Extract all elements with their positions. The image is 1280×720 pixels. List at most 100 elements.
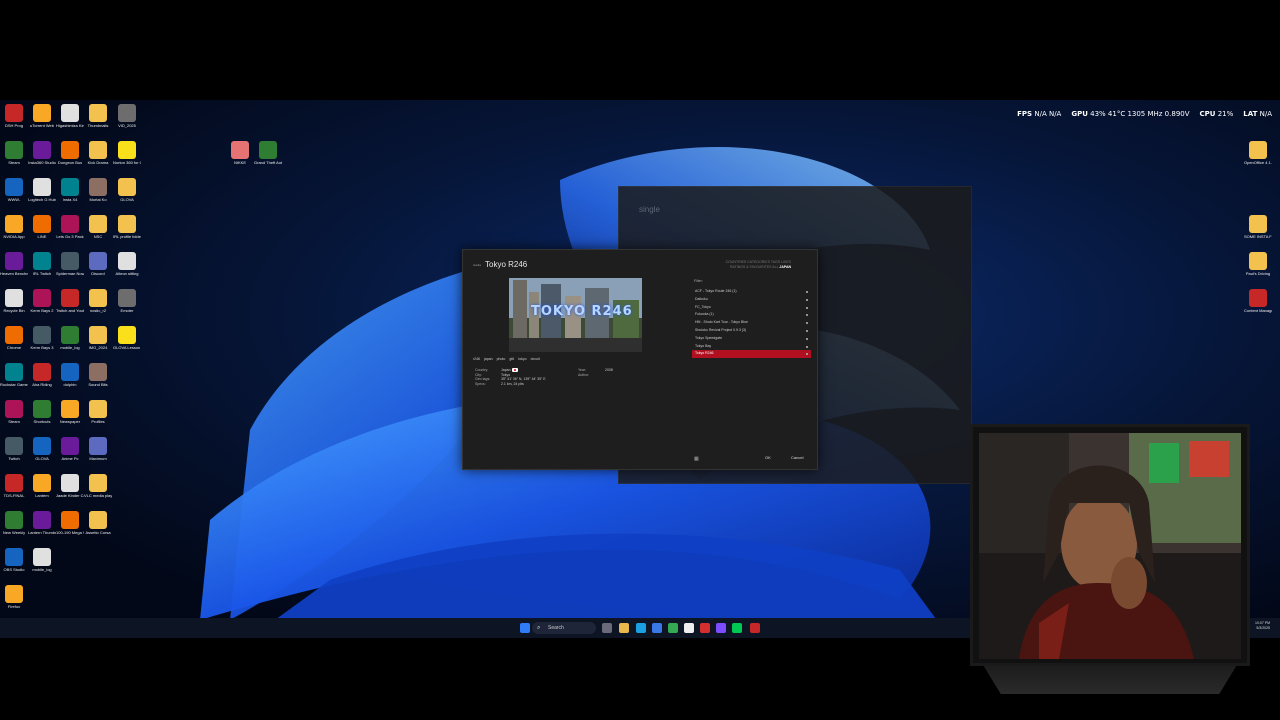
desktop-icon-label: Grand Theft Auto V [254,160,282,165]
categories-row-2[interactable]: RATINGS & FAVOURITES ALL [730,265,778,269]
desktop-icon[interactable]: Content Manager [1244,289,1272,313]
desktop-icon[interactable]: GLOVA [28,437,56,461]
app-icon-red[interactable] [700,623,710,633]
desktop-icon[interactable]: Norton 360 for Gamers [113,141,141,165]
tag-chip[interactable]: r246 [473,357,480,361]
grid-view-icon[interactable]: ▦ [694,456,699,462]
desktop-icon[interactable]: GLOVA [113,178,141,202]
desktop-icon[interactable]: Grand Theft Auto V [254,141,282,165]
track-list-item[interactable]: Tokyo R246 [692,350,811,359]
desktop-icon[interactable]: Rockstar Games [0,363,28,387]
desktop-icon[interactable]: WWW- [0,178,28,202]
desktop-icon[interactable]: Steam [0,141,28,165]
track-list-item[interactable]: Shutoko Revival Project 0.9.3 (3) [692,327,811,335]
desktop-icon[interactable]: dolphin [56,363,84,387]
desktop-icon[interactable]: Logitech G Hub [28,178,56,202]
desktop-icon-label: Rockstar Games [0,382,28,387]
track-list-item[interactable]: Tokyo Speedgate [692,335,811,343]
desktop-icon[interactable]: OpenOffice 4.1.15 [1244,141,1272,165]
notepad-icon[interactable] [684,623,694,633]
desktop-icon[interactable]: Recycle Bin [0,289,28,313]
desktop-icon[interactable]: Alteon sitting [113,252,141,276]
tag-chip[interactable]: gt6 [509,357,514,361]
desktop-icon[interactable]: IRL Twitch [28,252,56,276]
tag-chip[interactable]: tokyo [518,357,526,361]
desktop-icon[interactable]: Sound Bits [84,363,112,387]
desktop-icon[interactable]: NVIDIA App [0,215,28,239]
desktop-icon[interactable]: Insta360 Studio [28,141,56,165]
desktop-icon[interactable]: Lantern [28,474,56,498]
desktop-icon[interactable]: nostic_r2 [84,289,112,313]
desktop-icon[interactable]: Lets Go 3 Pack [56,215,84,239]
desktop-icon[interactable]: Paul's Driving [1244,252,1272,276]
start-button-icon[interactable] [520,623,530,633]
track-list-item[interactable]: HM - Shuto Kart Tour - Tokyo Blue [692,319,811,327]
desktop-icon[interactable]: Maximum [84,437,112,461]
desktop-icon[interactable]: VLC media player [84,474,112,498]
desktop-icon[interactable]: Anime Pc [56,437,84,461]
desktop-icon[interactable]: VID_2025 [113,104,141,128]
app-icon-purple[interactable] [716,623,726,633]
search-box[interactable]: ⌕ Search [532,622,596,634]
desktop-icon[interactable]: DSH Prog [0,104,28,128]
file-explorer-icon[interactable] [619,623,629,633]
desktop-icon[interactable]: Lantern Thumbnail [28,511,56,535]
desktop-icon[interactable]: Twitch [0,437,28,461]
chrome-icon[interactable] [668,623,678,633]
desktop-icon[interactable]: IMG_2024 [84,326,112,350]
desktop-icon[interactable]: Emoter [113,289,141,313]
tag-chip[interactable]: japan [484,357,493,361]
assetto-corsa-taskbar-icon[interactable] [750,623,760,633]
desktop-icon[interactable]: Discord [84,252,112,276]
desktop-icon[interactable]: Dungeon Bus [56,141,84,165]
desktop-icon[interactable]: 100-190 Mega VO [56,511,84,535]
desktop-icon[interactable]: IRL profile folder [113,215,141,239]
desktop-icon[interactable]: Insta X4 [56,178,84,202]
desktop-icon[interactable]: uTorrent Web [28,104,56,128]
desktop-icon[interactable]: Chrome [0,326,28,350]
ok-button[interactable]: OK [765,455,771,460]
cancel-button[interactable]: Cancel [791,455,803,460]
tag-chip[interactable]: photo [497,357,506,361]
desktop-icon[interactable]: Spiderman Now [56,252,84,276]
track-list-item[interactable]: Fukuoka (1) [692,311,811,319]
desktop-icon[interactable]: Twitch and Youtube [56,289,84,313]
tag-chip[interactable]: circuit [531,357,540,361]
desktop-icon[interactable]: mobile_log [56,326,84,350]
desktop-icon[interactable]: Steam [0,400,28,424]
desktop-icon[interactable]: Aha Riding [28,363,56,387]
desktop-icon[interactable]: LINE [28,215,56,239]
desktop-icon[interactable]: Kerm Bays 3 [28,326,56,350]
desktop-icon[interactable]: mobile_log [28,548,56,572]
desktop-icon[interactable]: NIKKE [226,141,254,165]
track-list-item[interactable]: Tokyo Bay [692,343,811,351]
app-icon-green[interactable] [732,623,742,633]
desktop-icon[interactable]: Kick Drama [84,141,112,165]
category-filters[interactable]: COUNTRIES CATEGORIES TAGS LIKES RATINGS … [691,260,791,269]
desktop-icon[interactable]: GLOVA Lesson Rec [113,326,141,350]
store-icon[interactable] [652,623,662,633]
desktop-icon[interactable]: Firefox [0,585,28,609]
desktop-icon[interactable]: TDS-FINAL [0,474,28,498]
desktop-icon[interactable]: SOME INSTA FILES [1244,215,1272,239]
desktop-icon[interactable]: Mortal Ko [84,178,112,202]
desktop-icon[interactable]: Thumbnails [84,104,112,128]
desktop-icon[interactable]: Jaade Kinder Cart [56,474,84,498]
desktop-icon[interactable]: Kerm Bays 2 [28,289,56,313]
category-japan[interactable]: JAPAN [779,265,791,269]
track-list-item[interactable]: Daikoku [692,296,811,304]
edge-icon[interactable] [636,623,646,633]
track-list-item[interactable]: ACF - Tokyo Route 246 (1) [692,288,811,296]
desktop-icon[interactable]: Higashimiza Kinder Cart [56,104,84,128]
desktop-icon[interactable]: New Weekly [0,511,28,535]
desktop-icon[interactable]: Profiles [84,400,112,424]
task-view-icon[interactable] [602,623,612,633]
desktop-icon[interactable]: OBS Studio [0,548,28,572]
desktop-icon[interactable]: Assetto Corsa [84,511,112,535]
track-list-item[interactable]: FC_Tokyo [692,304,811,312]
system-clock[interactable]: 10:07 PM 5/3/2025 [1255,621,1270,631]
desktop-icon[interactable]: NSC [84,215,112,239]
desktop-icon[interactable]: Heaven Benchm. [0,252,28,276]
desktop-icon[interactable]: Newspaper [56,400,84,424]
desktop-icon[interactable]: Shortcuts [28,400,56,424]
